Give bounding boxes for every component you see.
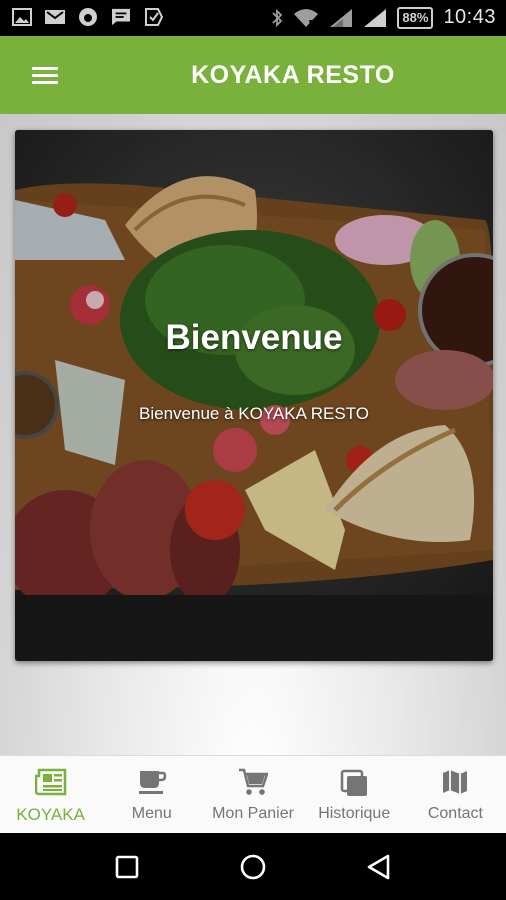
nav-label: Mon Panier (212, 805, 294, 822)
nav-label: KOYAKA (16, 805, 85, 824)
hero-subtitle: Bienvenue à KOYAKA RESTO (139, 404, 369, 423)
nav-label: Menu (131, 805, 172, 822)
app-bar: KOYAKA RESTO (0, 36, 506, 114)
bottom-navigation: KOYAKA Menu Mon Panier Historique Contac… (0, 755, 506, 834)
nav-label: Contact (427, 805, 483, 822)
firefox-icon (79, 8, 97, 26)
clock: 10:43 (443, 6, 496, 28)
main-content: Bienvenue Bienvenue à KOYAKA RESTO (0, 114, 506, 755)
history-stack-icon (340, 769, 368, 796)
signal-icon (330, 8, 353, 27)
nav-item-mon-panier[interactable]: Mon Panier (202, 756, 303, 834)
hero-title: Bienvenue (165, 318, 343, 357)
message-icon (112, 8, 130, 26)
notification-icons (12, 7, 164, 27)
gmail-icon (45, 10, 65, 24)
home-circle-icon[interactable] (238, 853, 268, 881)
download-check-icon (145, 8, 164, 26)
nav-label: Historique (318, 805, 391, 822)
app-title: KOYAKA RESTO (191, 61, 395, 89)
nav-item-koyaka[interactable]: KOYAKA (0, 756, 101, 834)
nav-item-historique[interactable]: Historique (304, 756, 405, 834)
signal-icon (364, 8, 387, 27)
image-overlay (15, 130, 493, 661)
map-icon (443, 770, 468, 794)
nav-item-menu[interactable]: Menu (101, 756, 202, 834)
image-icon (12, 8, 32, 26)
back-triangle-icon[interactable] (364, 853, 394, 881)
status-bar: 88% 10:43 (0, 0, 506, 36)
bluetooth-icon (272, 8, 283, 27)
welcome-card[interactable]: Bienvenue Bienvenue à KOYAKA RESTO (15, 130, 493, 661)
battery-indicator: 88% (397, 6, 434, 29)
newspaper-icon (34, 768, 66, 796)
system-indicators: 88% 10:43 (271, 6, 496, 29)
cart-icon (239, 768, 268, 795)
wifi-icon (294, 8, 319, 27)
system-navigation-bar (0, 833, 506, 900)
nav-item-contact[interactable]: Contact (405, 756, 506, 834)
recents-square-icon[interactable] (112, 853, 142, 881)
coffee-cup-icon (138, 771, 167, 794)
